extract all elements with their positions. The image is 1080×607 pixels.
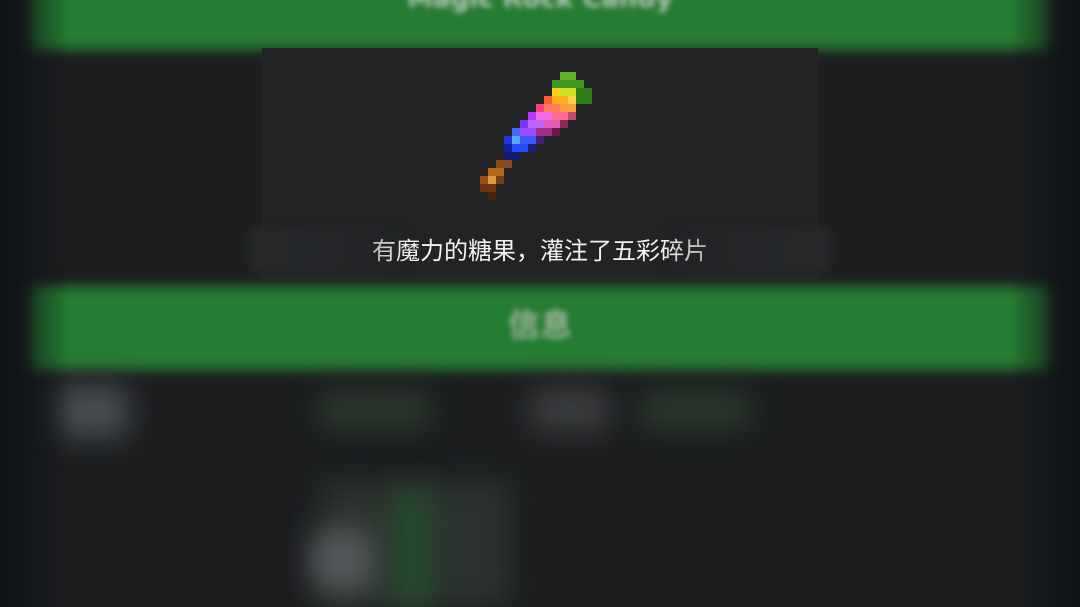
item-detail-screen: Magic Rock Candy [0,0,1080,607]
info-section-title: 信息 [507,306,572,344]
item-title: Magic Rock Candy [0,0,1080,14]
blurred-row-icon [58,385,128,437]
blurred-row-extra [640,392,750,428]
description-fade-left [250,228,410,274]
description-fade-right [660,228,830,274]
rock-candy-sprite-icon [480,72,592,200]
blurred-row-label [320,392,430,428]
blurred-row-value [530,388,610,432]
blurred-content-stripe [392,490,432,607]
blurred-content-icon [312,530,372,590]
